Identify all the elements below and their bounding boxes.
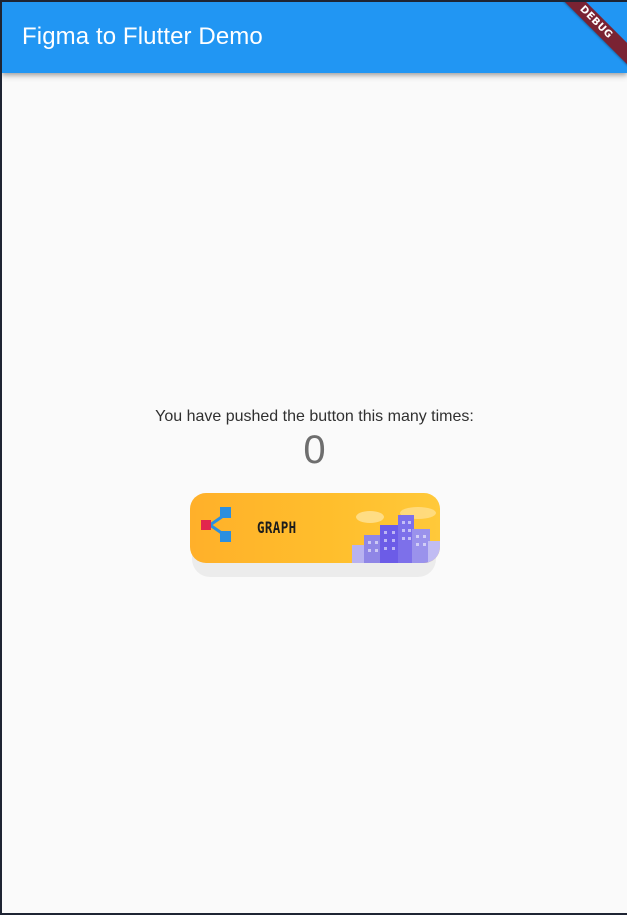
city-buildings-illustration xyxy=(352,507,440,563)
graph-button[interactable]: GRAPH xyxy=(190,493,440,577)
graph-button-label: GRAPH xyxy=(257,518,297,537)
page-body: You have pushed the button this many tim… xyxy=(2,73,627,913)
app-window: Figma to Flutter Demo DEBUG You have pus… xyxy=(2,2,627,913)
graph-nodes-icon xyxy=(201,507,231,542)
graph-button-card[interactable]: GRAPH xyxy=(190,493,440,563)
app-bar-title: Figma to Flutter Demo xyxy=(22,23,263,50)
counter-label: You have pushed the button this many tim… xyxy=(155,408,474,425)
app-bar: Figma to Flutter Demo xyxy=(2,2,627,73)
counter-value: 0 xyxy=(303,428,326,472)
